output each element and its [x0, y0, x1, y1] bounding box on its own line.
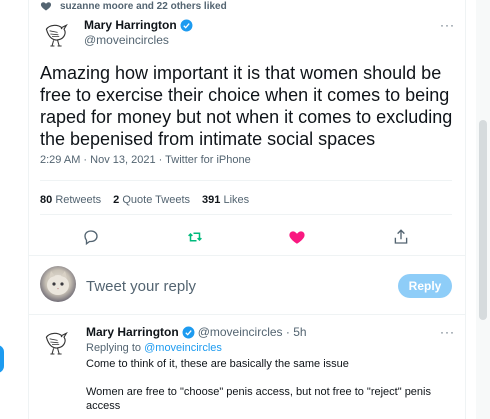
more-options-icon[interactable]: ··· — [440, 18, 455, 32]
reply-text-line: Come to think of it, these are basically… — [86, 358, 349, 370]
replying-to: Replying to @moveincircles — [86, 342, 222, 354]
author-handle[interactable]: @moveincircles — [84, 33, 169, 47]
verified-badge-icon — [180, 19, 193, 31]
verified-badge-icon — [182, 326, 195, 338]
social-context-text: suzanne moore and 22 others liked — [60, 0, 227, 12]
share-icon[interactable] — [392, 228, 410, 246]
reply-icon[interactable] — [82, 228, 100, 246]
likes-label: Likes — [223, 194, 250, 206]
tweet-text: Amazing how important it is that women s… — [40, 63, 453, 149]
reply-author-line[interactable]: Mary Harrington @moveincircles · 5h — [86, 325, 307, 339]
author-name[interactable]: Mary Harrington — [84, 18, 193, 32]
reply-text: Come to think of it, these are basically… — [86, 357, 446, 419]
retweets-count: 80 — [40, 194, 53, 206]
quote-tweets-stat[interactable]: 2 Quote Tweets — [113, 194, 190, 206]
replying-prefix: Replying to — [86, 342, 142, 354]
scrollbar[interactable] — [476, 0, 490, 419]
heart-icon[interactable] — [288, 228, 306, 246]
retweets-stat[interactable]: 80 Retweets — [40, 194, 101, 206]
author-avatar[interactable] — [40, 18, 72, 50]
scrollbar-thumb[interactable] — [479, 120, 487, 320]
reply-author-name[interactable]: Mary Harrington — [86, 325, 179, 339]
tweet-timestamp[interactable]: 2:29 AM · Nov 13, 2021 · Twitter for iPh… — [40, 154, 251, 166]
divider — [40, 214, 452, 215]
retweets-label: Retweets — [55, 194, 102, 206]
floating-action-edge[interactable] — [0, 345, 4, 373]
reply-author-avatar[interactable] — [40, 326, 72, 358]
replying-to-link[interactable]: @moveincircles — [144, 342, 222, 354]
heart-icon — [40, 2, 52, 11]
social-context[interactable]: suzanne moore and 22 others liked — [40, 0, 227, 12]
quote-count: 2 — [113, 194, 120, 206]
author-name-text[interactable]: Mary Harrington — [84, 18, 177, 32]
divider — [40, 180, 452, 181]
retweet-icon[interactable] — [186, 228, 204, 246]
reply-button[interactable]: Reply — [398, 274, 452, 298]
reply-input[interactable]: Tweet your reply — [86, 278, 196, 295]
cat-photo-icon — [47, 271, 69, 295]
quote-label: Quote Tweets — [122, 194, 191, 206]
reply-author-handle[interactable]: @moveincircles · 5h — [198, 325, 307, 339]
reply-more-options-icon[interactable]: ··· — [440, 325, 455, 339]
divider — [28, 314, 466, 315]
likes-count: 391 — [202, 194, 221, 206]
likes-stat[interactable]: 391 Likes — [202, 194, 249, 206]
reply-text-line: Women are free to "choose" penis access,… — [86, 386, 431, 412]
user-avatar[interactable] — [40, 266, 76, 302]
engagement-stats: 80 Retweets 2 Quote Tweets 391 Likes — [40, 194, 249, 206]
divider — [28, 255, 466, 256]
